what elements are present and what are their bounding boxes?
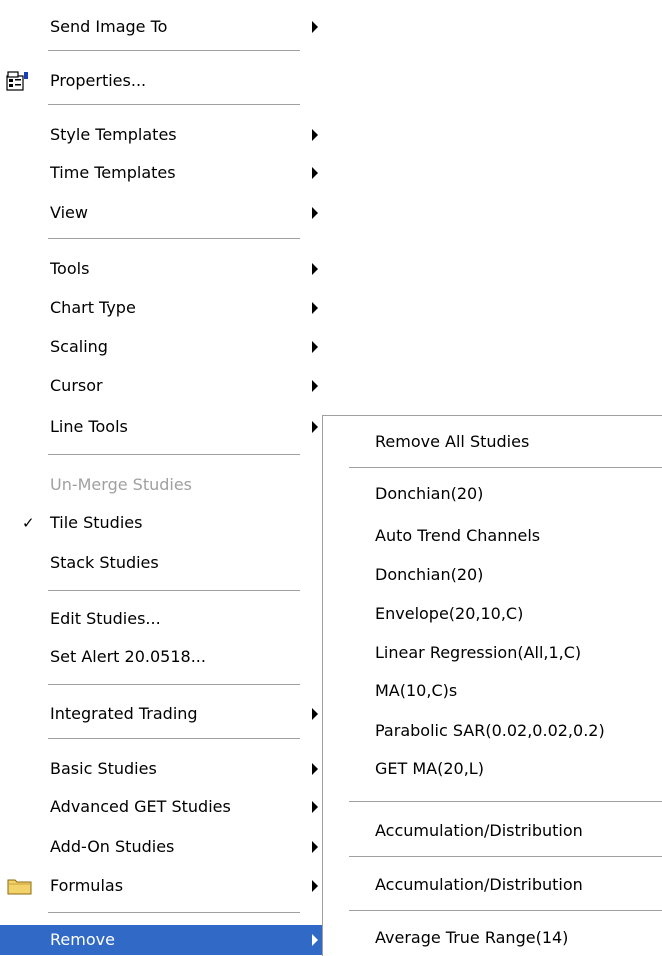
menu-item-label: Stack Studies: [50, 553, 159, 572]
chart-context-menu: Send Image To Properties... Style Templa…: [0, 0, 328, 955]
menu-item-tools[interactable]: Tools: [0, 252, 328, 286]
submenu-arrow-icon: [312, 880, 318, 892]
menu-item-un-merge-studies: Un-Merge Studies: [0, 468, 328, 502]
submenu-item-average-true-range[interactable]: Average True Range(14): [323, 921, 662, 955]
submenu-arrow-icon: [312, 263, 318, 275]
menu-item-add-on-studies[interactable]: Add-On Studies: [0, 830, 328, 864]
menu-separator: [48, 238, 300, 240]
menu-item-label: Remove: [50, 930, 115, 949]
submenu-item-label: Donchian(20): [375, 484, 484, 503]
menu-item-basic-studies[interactable]: Basic Studies: [0, 752, 328, 786]
menu-item-label: Time Templates: [50, 163, 176, 182]
submenu-item-accumulation-distribution[interactable]: Accumulation/Distribution: [323, 868, 662, 902]
submenu-arrow-icon: [312, 129, 318, 141]
menu-item-label: View: [50, 203, 88, 222]
menu-item-label: Properties...: [50, 71, 147, 90]
menu-item-tile-studies[interactable]: ✓ Tile Studies: [0, 506, 328, 540]
submenu-item-label: Donchian(20): [375, 565, 484, 584]
menu-item-label: Line Tools: [50, 417, 128, 436]
menu-item-properties[interactable]: Properties...: [0, 64, 328, 98]
menu-item-label: Tile Studies: [50, 513, 143, 532]
submenu-arrow-icon: [312, 763, 318, 775]
menu-item-line-tools[interactable]: Line Tools: [0, 410, 328, 444]
submenu-item-study[interactable]: Parabolic SAR(0.02,0.02,0.2): [323, 714, 662, 748]
menu-item-send-image-to[interactable]: Send Image To: [0, 10, 328, 44]
submenu-item-study[interactable]: Auto Trend Channels: [323, 519, 662, 553]
menu-item-formulas[interactable]: Formulas: [0, 869, 328, 903]
menu-item-label: Tools: [50, 259, 90, 278]
menu-item-chart-type[interactable]: Chart Type: [0, 291, 328, 325]
submenu-item-label: Accumulation/Distribution: [375, 875, 583, 894]
properties-icon: [6, 71, 28, 91]
menu-item-label: Send Image To: [50, 17, 168, 36]
checkmark-icon: ✓: [22, 514, 35, 532]
submenu-item-label: Linear Regression(All,1,C): [375, 643, 582, 662]
menu-item-label: Scaling: [50, 337, 108, 356]
submenu-arrow-icon: [312, 302, 318, 314]
menu-item-cursor[interactable]: Cursor: [0, 369, 328, 403]
menu-item-scaling[interactable]: Scaling: [0, 330, 328, 364]
submenu-item-remove-all-studies[interactable]: Remove All Studies: [323, 425, 662, 459]
submenu-item-study[interactable]: Donchian(20): [323, 477, 662, 511]
submenu-item-label: Average True Range(14): [375, 928, 569, 947]
submenu-item-label: Accumulation/Distribution: [375, 821, 583, 840]
menu-item-label: Basic Studies: [50, 759, 157, 778]
submenu-item-label: Envelope(20,10,C): [375, 604, 524, 623]
menu-item-label: Un-Merge Studies: [50, 475, 193, 494]
menu-item-integrated-trading[interactable]: Integrated Trading: [0, 697, 328, 731]
menu-separator: [48, 50, 300, 52]
menu-separator: [349, 801, 662, 803]
folder-icon: [7, 879, 32, 895]
menu-item-label: Style Templates: [50, 125, 177, 144]
submenu-item-label: Remove All Studies: [375, 432, 530, 451]
submenu-arrow-icon: [312, 21, 318, 33]
submenu-arrow-icon: [312, 421, 318, 433]
menu-separator: [349, 856, 662, 858]
menu-separator: [48, 738, 300, 740]
remove-submenu: Remove All Studies Donchian(20) Auto Tre…: [322, 415, 662, 956]
submenu-item-label: Auto Trend Channels: [375, 526, 541, 545]
menu-item-label: Set Alert 20.0518...: [50, 647, 206, 666]
submenu-arrow-icon: [312, 167, 318, 179]
menu-item-view[interactable]: View: [0, 196, 328, 230]
menu-item-time-templates[interactable]: Time Templates: [0, 156, 328, 190]
submenu-item-study[interactable]: Linear Regression(All,1,C): [323, 636, 662, 670]
submenu-item-study[interactable]: MA(10,C)s: [323, 674, 662, 708]
submenu-item-label: Parabolic SAR(0.02,0.02,0.2): [375, 721, 605, 740]
menu-item-label: Integrated Trading: [50, 704, 198, 723]
submenu-arrow-icon: [312, 708, 318, 720]
submenu-arrow-icon: [312, 801, 318, 813]
menu-item-label: Add-On Studies: [50, 837, 175, 856]
submenu-item-label: GET MA(20,L): [375, 759, 484, 778]
menu-item-advanced-get-studies[interactable]: Advanced GET Studies: [0, 790, 328, 824]
menu-item-edit-studies[interactable]: Edit Studies...: [0, 602, 328, 636]
menu-item-label: Formulas: [50, 876, 124, 895]
menu-item-remove[interactable]: Remove: [0, 925, 328, 955]
menu-item-label: Chart Type: [50, 298, 136, 317]
menu-item-label: Cursor: [50, 376, 103, 395]
menu-item-stack-studies[interactable]: Stack Studies: [0, 546, 328, 580]
submenu-item-study[interactable]: Envelope(20,10,C): [323, 597, 662, 631]
submenu-item-study[interactable]: Donchian(20): [323, 558, 662, 592]
menu-item-label: Edit Studies...: [50, 609, 161, 628]
menu-separator: [48, 590, 300, 592]
submenu-arrow-icon: [312, 341, 318, 353]
submenu-item-label: MA(10,C)s: [375, 681, 458, 700]
menu-item-label: Advanced GET Studies: [50, 797, 231, 816]
submenu-arrow-icon: [312, 380, 318, 392]
submenu-item-accumulation-distribution[interactable]: Accumulation/Distribution: [323, 814, 662, 848]
menu-item-style-templates[interactable]: Style Templates: [0, 118, 328, 152]
submenu-item-study[interactable]: GET MA(20,L): [323, 752, 662, 786]
submenu-arrow-icon: [312, 207, 318, 219]
menu-item-set-alert[interactable]: Set Alert 20.0518...: [0, 640, 328, 674]
submenu-arrow-icon: [312, 841, 318, 853]
menu-separator: [48, 912, 300, 914]
menu-separator: [48, 684, 300, 686]
menu-separator: [48, 104, 300, 106]
submenu-arrow-icon: [312, 934, 318, 946]
menu-separator: [349, 910, 662, 912]
menu-separator: [349, 467, 662, 469]
menu-separator: [48, 454, 300, 456]
